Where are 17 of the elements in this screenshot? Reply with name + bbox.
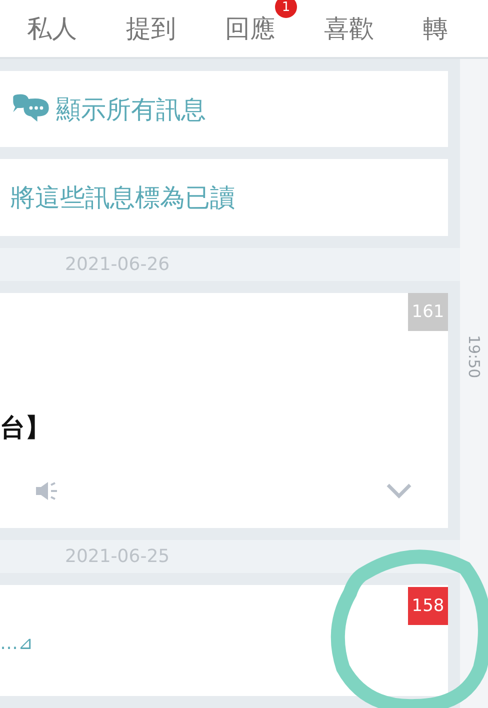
tab[interactable]: 私人 <box>27 14 77 43</box>
speaker-icon[interactable] <box>35 480 59 502</box>
action-label: 將這些訊息標為已讀 <box>10 182 235 214</box>
post-time: 19:50 <box>465 335 483 378</box>
chevron-down-icon[interactable] <box>386 482 412 499</box>
tab[interactable]: 提到 <box>126 14 176 43</box>
action-card[interactable]: 將這些訊息標為已讀 <box>0 159 448 236</box>
tab[interactable]: 回應 <box>225 14 275 43</box>
notification-badge: 1 <box>275 0 297 18</box>
action-card[interactable]: 顯示所有訊息 <box>0 71 448 148</box>
post-card[interactable]: 158 …⊿ <box>0 584 448 696</box>
action-label: 顯示所有訊息 <box>56 94 206 126</box>
tab[interactable]: 轉 <box>423 14 448 43</box>
post-text: 台】 <box>0 412 51 444</box>
post-text: …⊿ <box>0 632 34 654</box>
response-count-badge: 158 <box>408 586 448 625</box>
tab[interactable]: 喜歡 <box>324 14 374 43</box>
